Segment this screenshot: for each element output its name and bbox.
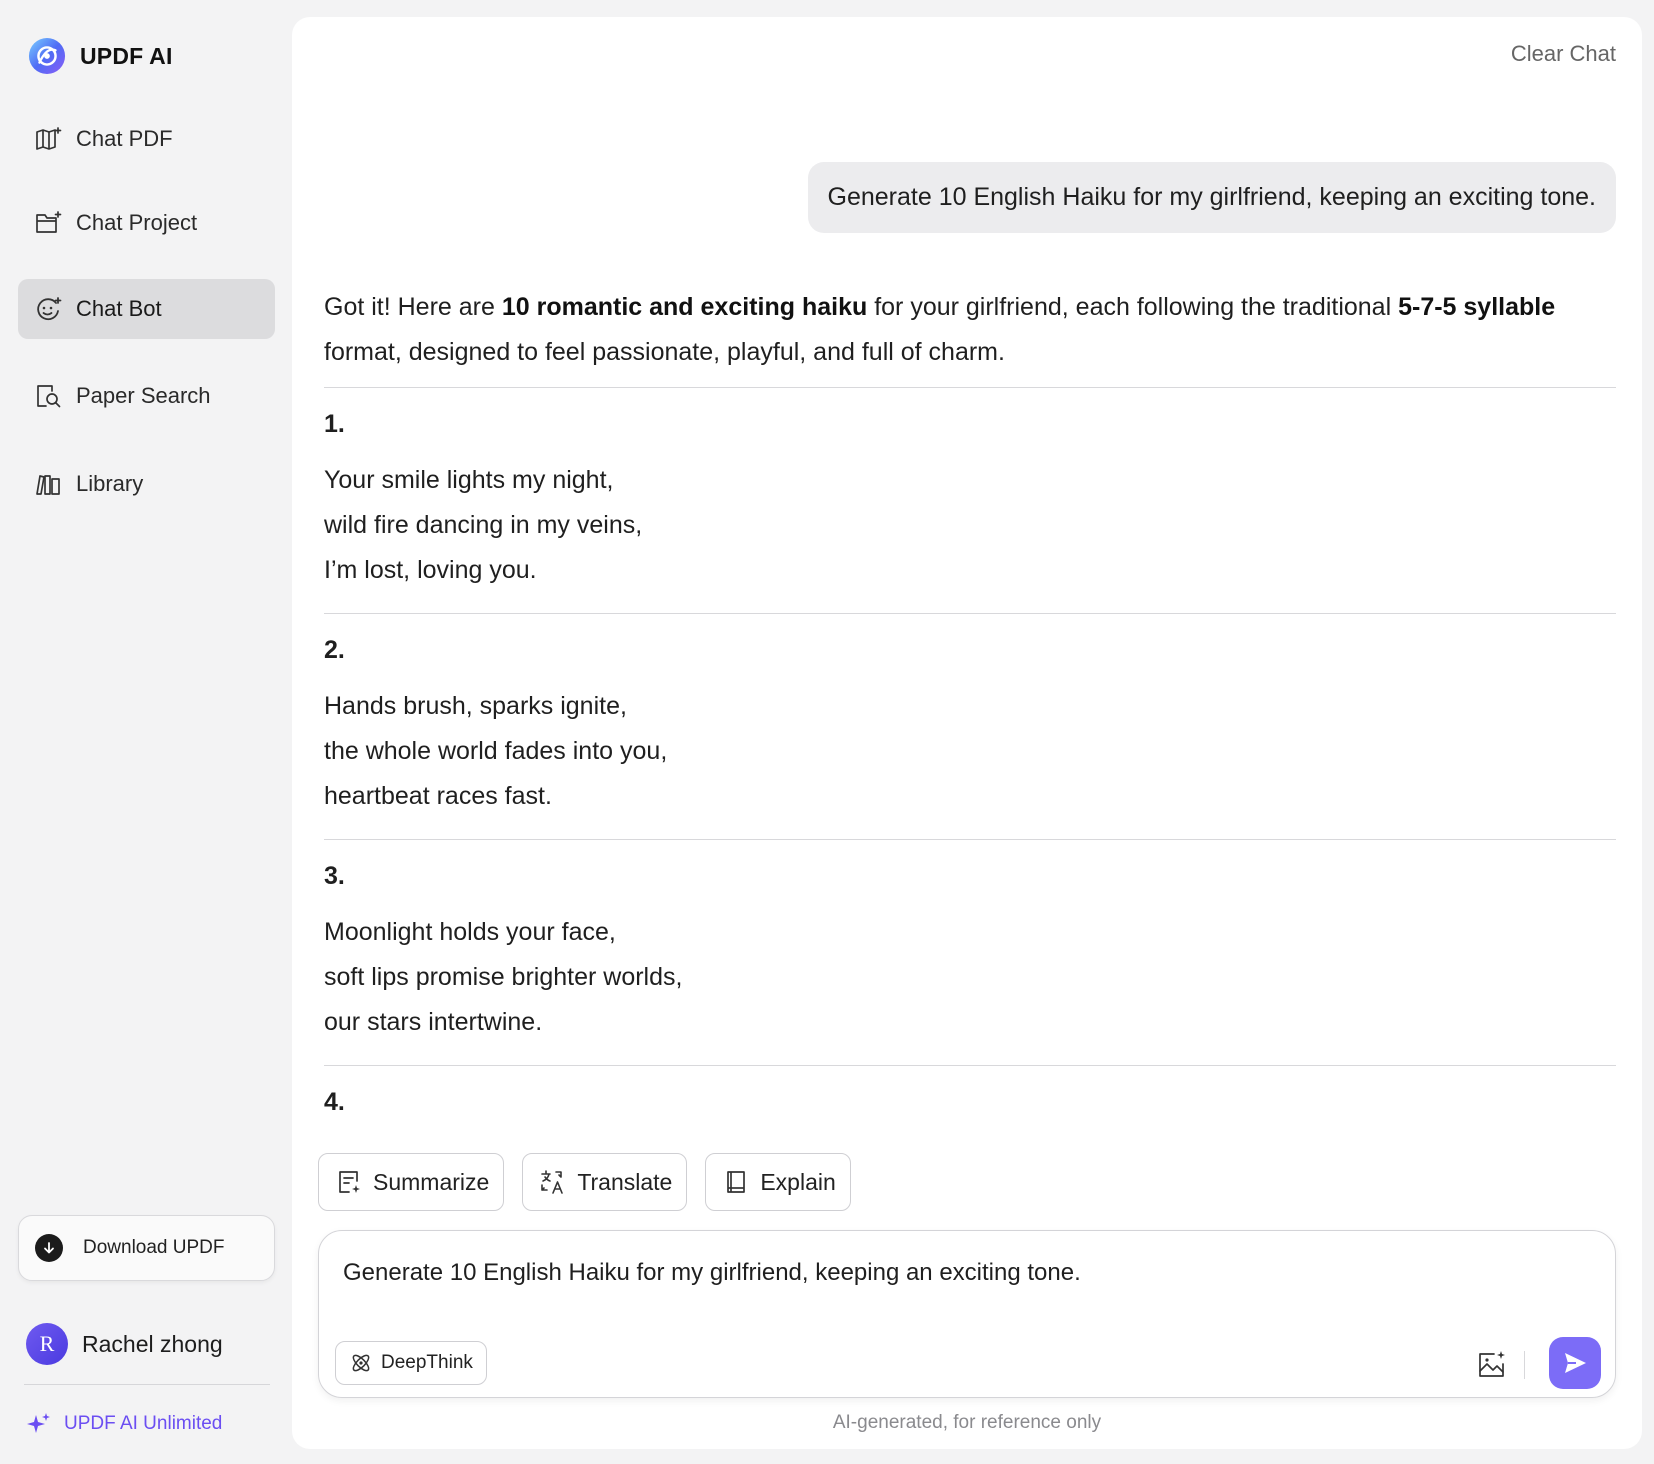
translate-button[interactable]: Translate <box>522 1153 688 1211</box>
message-composer: DeepThink <box>318 1230 1616 1398</box>
sidebar-divider <box>24 1384 270 1385</box>
deepthink-toggle[interactable]: DeepThink <box>335 1341 487 1385</box>
haiku-item: 2. Hands brush, sparks ignite, the whole… <box>324 614 1616 839</box>
brand-name: UPDF AI <box>80 42 173 69</box>
user-message-bubble: Generate 10 English Haiku for my girlfri… <box>807 162 1616 233</box>
haiku-number: 4. <box>324 1088 345 1116</box>
download-icon <box>35 1234 63 1262</box>
sidebar-item-label: Chat PDF <box>76 126 173 151</box>
haiku-line: our stars intertwine. <box>324 1008 543 1036</box>
sidebar-item-label: Library <box>76 471 144 496</box>
sidebar-item-paper-search[interactable]: Paper Search <box>18 366 275 426</box>
sidebar: UPDF AI Chat PDF Chat Project Chat Bot P… <box>0 0 290 1464</box>
haiku-line: Moonlight holds your face, <box>324 918 616 946</box>
haiku-line: Hands brush, sparks ignite, <box>324 692 627 720</box>
summarize-icon <box>339 1171 360 1193</box>
explain-label: Explain <box>760 1168 836 1195</box>
haiku-number: 3. <box>324 862 345 890</box>
message-input[interactable] <box>343 1251 1563 1295</box>
haiku-item: 4. <box>324 1066 1616 1124</box>
summarize-label: Summarize <box>373 1168 490 1195</box>
answer-intro-bold: 5-7-5 syllable <box>1398 293 1556 321</box>
haiku-line: wild fire dancing in my veins, <box>324 511 643 539</box>
image-upload-icon[interactable] <box>1475 1348 1509 1382</box>
haiku-line: soft lips promise brighter worlds, <box>324 963 683 991</box>
atom-icon <box>352 1354 370 1372</box>
chat-pdf-icon <box>36 127 62 150</box>
translate-icon <box>541 1170 564 1194</box>
explain-button[interactable]: Explain <box>705 1153 851 1211</box>
chat-bot-icon <box>37 297 62 321</box>
deepthink-label: DeepThink <box>381 1352 473 1373</box>
explain-icon <box>727 1171 746 1193</box>
haiku-line: the whole world fades into you, <box>324 737 668 765</box>
sidebar-item-chat-bot[interactable]: Chat Bot <box>18 279 275 339</box>
download-updf-label: Download UPDF <box>83 1237 225 1258</box>
assistant-answer: Got it! Here are 10 romantic and excitin… <box>324 285 1616 1136</box>
sidebar-item-label: Chat Bot <box>76 296 162 321</box>
answer-intro: Got it! Here are 10 romantic and excitin… <box>324 285 1616 387</box>
library-icon <box>36 475 60 495</box>
sparkle-icon <box>27 1413 50 1433</box>
answer-intro-text: for your girlfriend, each following the … <box>867 293 1399 321</box>
sidebar-item-chat-pdf[interactable]: Chat PDF <box>18 109 275 169</box>
haiku-item: 3. Moonlight holds your face, soft lips … <box>324 840 1616 1065</box>
answer-intro-text: Got it! Here are <box>324 293 502 321</box>
haiku-line: heartbeat races fast. <box>324 782 552 810</box>
translate-label: Translate <box>577 1168 673 1195</box>
haiku-item: 1. Your smile lights my night, wild fire… <box>324 388 1616 613</box>
user-profile[interactable]: R Rachel zhong <box>26 1322 223 1366</box>
sidebar-item-chat-project[interactable]: Chat Project <box>18 193 275 253</box>
haiku-line: I’m lost, loving you. <box>324 556 537 584</box>
summarize-button[interactable]: Summarize <box>318 1153 505 1211</box>
haiku-number: 1. <box>324 410 345 438</box>
answer-intro-text: format, designed to feel passionate, pla… <box>324 338 1005 366</box>
composer-divider <box>1524 1351 1525 1379</box>
haiku-line: Your smile lights my night, <box>324 466 614 494</box>
quick-actions: Summarize Translate Explain <box>318 1153 851 1211</box>
send-icon <box>1565 1353 1586 1373</box>
answer-intro-bold: 10 romantic and exciting haiku <box>501 293 868 321</box>
download-updf-button[interactable]: Download UPDF <box>18 1215 275 1281</box>
avatar: R <box>26 1323 68 1365</box>
chat-project-icon <box>36 211 62 233</box>
sidebar-item-library[interactable]: Library <box>18 454 275 514</box>
user-name: Rachel zhong <box>82 1330 223 1357</box>
sidebar-item-label: Chat Project <box>76 210 198 235</box>
sidebar-item-label: Paper Search <box>76 383 211 408</box>
paper-search-icon <box>37 385 61 408</box>
chat-panel: Clear Chat Generate 10 English Haiku for… <box>292 17 1642 1449</box>
updf-ai-unlimited-link[interactable]: UPDF AI Unlimited <box>26 1409 222 1439</box>
send-button[interactable] <box>1549 1337 1601 1389</box>
updf-ai-logo-icon <box>28 37 66 75</box>
ai-disclaimer: AI-generated, for reference only <box>832 1412 1102 1433</box>
updf-ai-unlimited-label: UPDF AI Unlimited <box>64 1413 223 1434</box>
brand[interactable]: UPDF AI <box>28 36 173 76</box>
clear-chat-button[interactable]: Clear Chat <box>1511 41 1616 67</box>
haiku-number: 2. <box>324 636 345 664</box>
